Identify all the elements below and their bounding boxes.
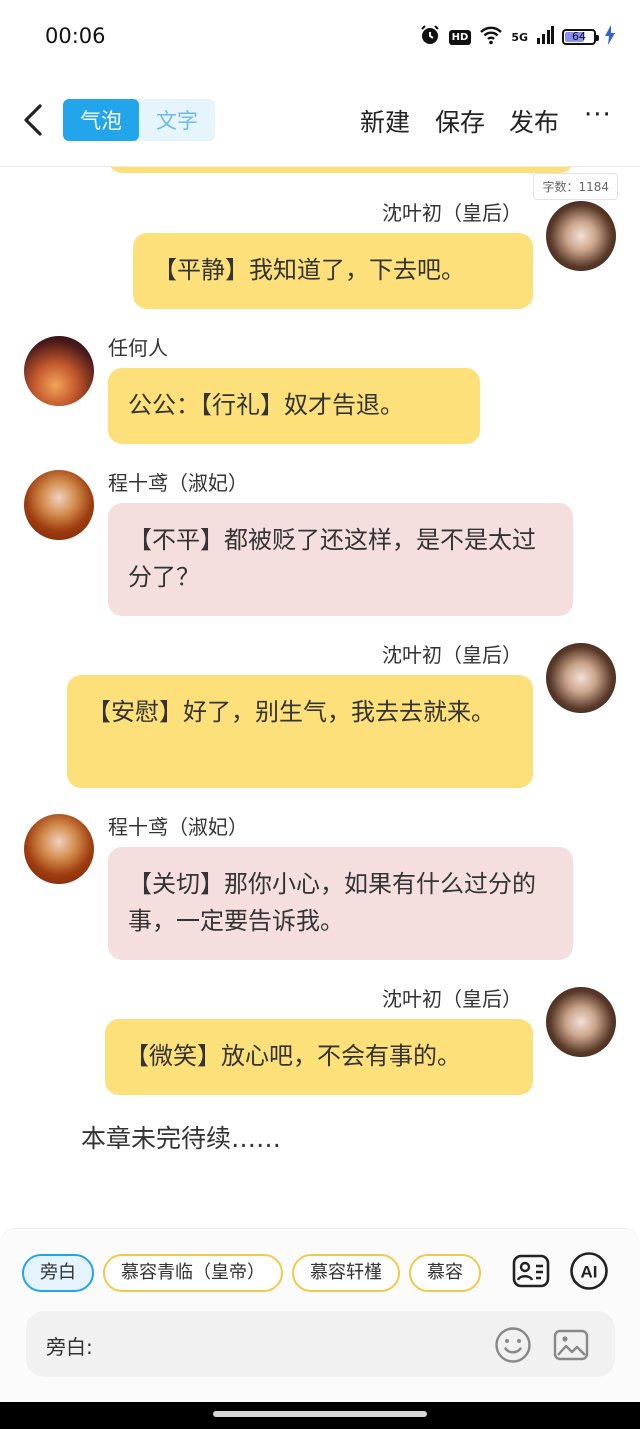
view-mode-toggle: 气泡 文字 xyxy=(63,99,215,141)
message-bubble[interactable]: 公公：【行礼】奴才告退。 xyxy=(108,368,480,444)
message-bubble[interactable]: 【关切】那你小心，如果有什么过分的事，一定要告诉我。 xyxy=(108,847,573,960)
editor-header: 气泡 文字 新建 保存 发布 ··· xyxy=(0,72,640,167)
back-button[interactable] xyxy=(16,100,56,140)
status-icons: HD 5G 64 xyxy=(419,24,616,50)
new-button[interactable]: 新建 xyxy=(360,103,410,139)
avatar[interactable] xyxy=(24,814,94,884)
save-button[interactable]: 保存 xyxy=(435,103,485,139)
tab-bubble[interactable]: 气泡 xyxy=(63,99,139,141)
status-bar: 00:06 HD 5G 64 xyxy=(0,0,640,72)
network-type: 5G xyxy=(511,30,528,44)
character-chip-list[interactable]: 旁白 慕容青临（皇帝） 慕容轩槿 慕容 xyxy=(22,1254,492,1294)
image-button[interactable] xyxy=(552,1326,590,1364)
message-input[interactable]: 旁白: xyxy=(26,1311,615,1377)
status-time: 00:06 xyxy=(45,24,106,48)
input-speaker-label: 旁白: xyxy=(46,1335,93,1359)
emoji-button[interactable] xyxy=(494,1326,532,1364)
chat-area[interactable]: 字数：1184 沈叶初（皇后） 【平静】我知道了，下去吧。 任何人 公公：【行礼… xyxy=(0,167,640,1227)
message-speaker: 程十鸢（淑妃） xyxy=(108,815,248,839)
message-bubble[interactable]: 【平静】我知道了，下去吧。 xyxy=(133,233,533,309)
message-bubble[interactable]: 【不平】都被贬了还这样，是不是太过分了？ xyxy=(108,503,573,616)
message-bubble[interactable]: 【安慰】好了，别生气，我去去就来。 xyxy=(67,675,533,788)
more-button[interactable]: ··· xyxy=(584,100,612,130)
system-nav-bar xyxy=(0,1402,640,1429)
hd-icon: HD xyxy=(448,29,472,45)
message-bubble[interactable]: 【微笑】放心吧，不会有事的。 xyxy=(105,1019,533,1095)
message-speaker: 沈叶初（皇后） xyxy=(382,643,522,667)
ai-icon: AI xyxy=(570,1252,608,1290)
chevron-left-icon xyxy=(24,104,42,136)
home-indicator[interactable] xyxy=(213,1411,427,1417)
character-chip[interactable]: 慕容 xyxy=(409,1254,481,1292)
tab-text[interactable]: 文字 xyxy=(139,99,215,141)
charging-icon xyxy=(604,25,616,49)
ai-label: AI xyxy=(581,1263,598,1282)
previous-bubble-edge xyxy=(108,167,574,173)
smiley-icon xyxy=(495,1327,531,1363)
ai-button[interactable]: AI xyxy=(569,1251,609,1291)
publish-button[interactable]: 发布 xyxy=(509,103,559,139)
character-chip[interactable]: 慕容轩槿 xyxy=(292,1254,400,1292)
character-chip[interactable]: 慕容青临（皇帝） xyxy=(103,1254,283,1292)
battery-icon: 64 xyxy=(562,29,599,45)
message-speaker: 沈叶初（皇后） xyxy=(382,201,522,225)
word-count: 字数：1184 xyxy=(533,173,618,200)
avatar[interactable] xyxy=(546,201,616,271)
battery-level: 64 xyxy=(572,30,586,43)
composer-panel: 旁白 慕容青临（皇帝） 慕容轩槿 慕容 AI 旁白: xyxy=(0,1228,640,1403)
character-manager-button[interactable] xyxy=(511,1251,551,1291)
message-speaker: 任何人 xyxy=(108,336,168,360)
avatar[interactable] xyxy=(24,336,94,406)
chapter-end-note: 本章未完待续…… xyxy=(81,1124,282,1153)
signal-icon xyxy=(536,26,554,48)
avatar[interactable] xyxy=(24,470,94,540)
message-speaker: 沈叶初（皇后） xyxy=(382,987,522,1011)
message-speaker: 程十鸢（淑妃） xyxy=(108,471,248,495)
image-icon xyxy=(553,1329,589,1361)
alarm-icon xyxy=(419,24,441,50)
contact-card-icon xyxy=(512,1254,550,1288)
character-chip-narrator[interactable]: 旁白 xyxy=(22,1254,94,1292)
avatar[interactable] xyxy=(546,643,616,713)
avatar[interactable] xyxy=(546,987,616,1057)
wifi-icon xyxy=(479,25,503,49)
